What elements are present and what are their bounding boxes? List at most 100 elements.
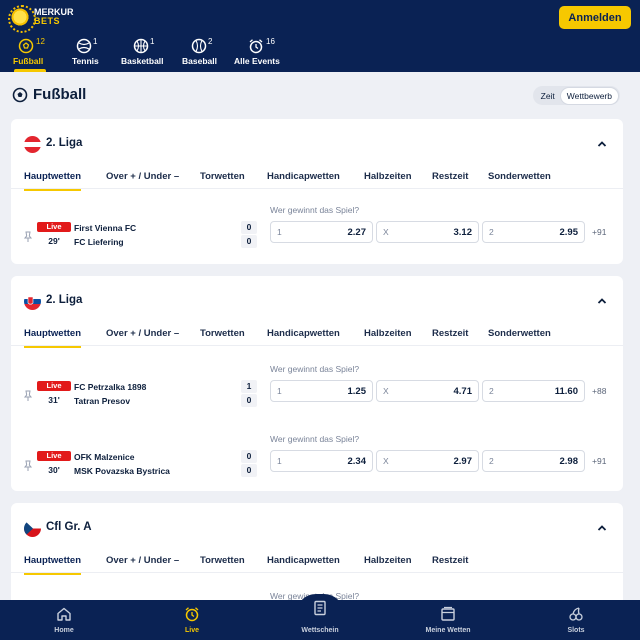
home-icon <box>57 607 71 621</box>
sport-tab-basketball[interactable]: 1 Basketball <box>118 34 168 72</box>
odd-button-draw[interactable]: X 3.12 <box>376 221 479 243</box>
sport-label: Fußball <box>13 56 44 66</box>
tab-halbzeiten[interactable]: Halbzeiten <box>364 328 412 339</box>
nav-label: Wettschein <box>301 627 339 634</box>
merkur-bets-logo[interactable]: MERKUR BETS <box>8 5 74 33</box>
alarm-clock-icon <box>249 39 263 54</box>
sport-label: Tennis <box>72 56 99 66</box>
sport-count: 1 <box>93 37 98 46</box>
tab-torwetten[interactable]: Torwetten <box>200 328 245 339</box>
nav-slots[interactable]: Slots <box>546 600 606 640</box>
tab-restzeit[interactable]: Restzeit <box>432 555 468 566</box>
league-header[interactable]: Cfl Gr. A <box>11 503 623 549</box>
page-title: Fußball <box>12 86 86 103</box>
basketball-icon <box>133 38 149 54</box>
away-score: 0 <box>241 464 257 477</box>
home-team: FC Petrzalka 1898 <box>74 382 147 392</box>
chevron-up-icon[interactable] <box>597 296 607 306</box>
nav-meine-wetten[interactable]: Meine Wetten <box>418 600 478 640</box>
soccer-ball-icon <box>18 38 34 54</box>
home-score: 0 <box>241 450 257 463</box>
odd-button-away[interactable]: 2 2.95 <box>482 221 585 243</box>
odd-button-home[interactable]: 1 1.25 <box>270 380 373 402</box>
nav-live[interactable]: Live <box>162 600 222 640</box>
chevron-up-icon[interactable] <box>597 523 607 533</box>
tab-hauptwetten[interactable]: Hauptwetten <box>24 171 81 191</box>
league-name: Cfl Gr. A <box>46 521 92 533</box>
live-badge: Live <box>37 381 71 391</box>
home-score: 0 <box>241 221 257 234</box>
sport-tab-tennis[interactable]: 1 Tennis <box>68 34 104 72</box>
chevron-up-icon[interactable] <box>597 139 607 149</box>
tab-torwetten[interactable]: Torwetten <box>200 555 245 566</box>
match-minute: 29' <box>48 236 60 246</box>
login-button[interactable]: Anmelden <box>559 6 631 29</box>
match-row[interactable]: Live 29' First Vienna FC FC Liefering 0 … <box>11 203 623 263</box>
sort-option-zeit[interactable]: Zeit <box>535 88 561 104</box>
league-name: 2. Liga <box>46 294 83 306</box>
sport-label: Basketball <box>121 56 164 66</box>
odd-button-home[interactable]: 1 2.27 <box>270 221 373 243</box>
tab-restzeit[interactable]: Restzeit <box>432 328 468 339</box>
brand-line-2: BETS <box>34 16 61 26</box>
tab-sonderwetten[interactable]: Sonderwetten <box>488 171 551 182</box>
tab-handicapwetten[interactable]: Handicapwetten <box>267 171 340 182</box>
tab-handicapwetten[interactable]: Handicapwetten <box>267 328 340 339</box>
nav-label: Live <box>184 627 199 634</box>
odd-button-home[interactable]: 1 2.34 <box>270 450 373 472</box>
match-row[interactable]: Live 30' OFK Malzenice MSK Povazska Byst… <box>11 432 623 492</box>
odd-label: X <box>383 456 389 466</box>
more-markets-link[interactable]: +88 <box>592 386 606 396</box>
tab-hauptwetten[interactable]: Hauptwetten <box>24 328 81 348</box>
sun-logo-icon <box>8 5 36 33</box>
odd-button-draw[interactable]: X 4.71 <box>376 380 479 402</box>
top-bar: MERKUR BETS Anmelden <box>0 0 640 34</box>
page-title-text: Fußball <box>33 86 87 103</box>
odd-button-away[interactable]: 2 2.98 <box>482 450 585 472</box>
pin-icon[interactable] <box>23 231 33 243</box>
sport-tab-fussball[interactable]: 12 Fußball <box>8 34 52 72</box>
tab-handicapwetten[interactable]: Handicapwetten <box>267 555 340 566</box>
sport-tab-alle-events[interactable]: 16 Alle Events <box>232 34 282 72</box>
slovakia-flag-icon <box>24 293 41 310</box>
odd-button-draw[interactable]: X 2.97 <box>376 450 479 472</box>
sort-option-wettbewerb[interactable]: Wettbewerb <box>560 87 618 104</box>
match-row[interactable]: Live 31' FC Petrzalka 1898 Tatran Presov… <box>11 362 623 422</box>
tab-over-under[interactable]: Over + / Under – <box>106 171 179 182</box>
tab-halbzeiten[interactable]: Halbzeiten <box>364 171 412 182</box>
tab-hauptwetten[interactable]: Hauptwetten <box>24 555 81 575</box>
league-header[interactable]: 2. Liga <box>11 276 623 322</box>
tab-restzeit[interactable]: Restzeit <box>432 171 468 182</box>
bottom-nav: Home Live Wettschein Meine Wetten Slots <box>0 600 640 640</box>
league-card: 2. Liga Hauptwetten Over + / Under – Tor… <box>11 119 623 264</box>
market-question: Wer gewinnt das Spiel? <box>270 434 360 444</box>
nav-wettschein[interactable]: Wettschein <box>290 600 350 640</box>
home-team: First Vienna FC <box>74 223 137 233</box>
away-score: 0 <box>241 394 257 407</box>
sport-count: 1 <box>150 37 155 46</box>
more-markets-link[interactable]: +91 <box>592 456 606 466</box>
odd-label: 2 <box>489 386 494 396</box>
more-markets-link[interactable]: +91 <box>592 227 606 237</box>
odd-value: 1.25 <box>347 386 367 397</box>
sport-tab-baseball[interactable]: 2 Baseball <box>180 34 220 72</box>
tab-halbzeiten[interactable]: Halbzeiten <box>364 555 412 566</box>
tab-sonderwetten[interactable]: Sonderwetten <box>488 328 551 339</box>
odd-value: 2.27 <box>347 227 367 238</box>
nav-label: Meine Wetten <box>425 627 471 634</box>
odd-button-away[interactable]: 2 11.60 <box>482 380 585 402</box>
odd-label: 1 <box>277 456 282 466</box>
tab-over-under[interactable]: Over + / Under – <box>106 555 179 566</box>
sport-label: Baseball <box>182 56 217 66</box>
home-score: 1 <box>241 380 257 393</box>
pin-icon[interactable] <box>23 390 33 402</box>
league-header[interactable]: 2. Liga <box>11 119 623 165</box>
pin-icon[interactable] <box>23 460 33 472</box>
sort-toggle: Zeit Wettbewerb <box>532 86 620 105</box>
tab-torwetten[interactable]: Torwetten <box>200 171 245 182</box>
austria-flag-icon <box>24 136 41 153</box>
nav-home[interactable]: Home <box>34 600 94 640</box>
tab-over-under[interactable]: Over + / Under – <box>106 328 179 339</box>
market-tabs: Hauptwetten Over + / Under – Torwetten H… <box>11 165 623 191</box>
slots-icon <box>569 607 583 621</box>
